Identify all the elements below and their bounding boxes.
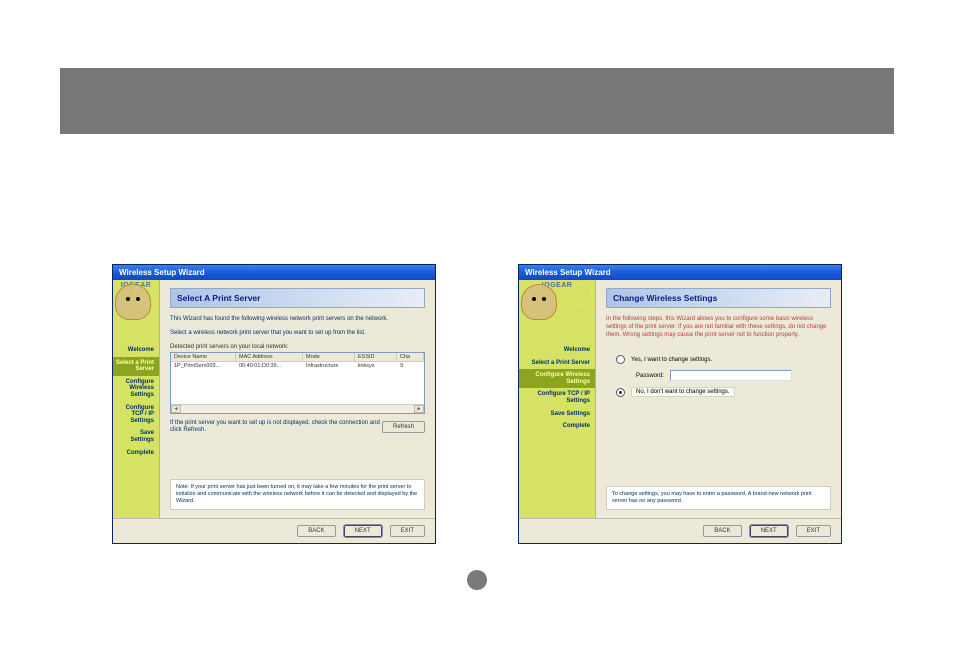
main-panel: Select A Print Server This Wizard has fo…: [160, 280, 435, 518]
nav-complete[interactable]: Complete: [113, 447, 159, 460]
scroll-track[interactable]: [181, 405, 414, 413]
dialog-change-wireless: Wireless Setup Wizard IOGEAR Welcome Sel…: [518, 264, 842, 544]
desc-warning: In the following steps, this Wizard allo…: [606, 316, 831, 339]
dialogs-row: Wireless Setup Wizard IOGEAR Welcome Sel…: [0, 264, 954, 544]
nav: Welcome Select a Print Server Configure …: [113, 344, 159, 459]
radio-no-row[interactable]: No, I don't want to change settings.: [616, 387, 831, 397]
nav-select-print-server[interactable]: Select a Print Server: [113, 357, 159, 376]
dialog-title: Wireless Setup Wizard: [113, 265, 435, 280]
nav-configure-wireless[interactable]: Configure Wireless Settings: [113, 376, 159, 402]
nav: Welcome Select a Print Server Configure …: [519, 344, 595, 433]
panel-title: Select A Print Server: [170, 288, 425, 308]
next-button[interactable]: NEXT: [344, 525, 382, 537]
nav-select-print-server[interactable]: Select a Print Server: [519, 357, 595, 370]
refresh-note: If the print server you want to set up i…: [170, 420, 382, 436]
mascot-icon: [521, 284, 557, 320]
header-bar: [60, 68, 894, 134]
password-label: Password:: [636, 373, 664, 379]
password-input[interactable]: [670, 370, 792, 381]
nav-configure-wireless[interactable]: Configure Wireless Settings: [519, 369, 595, 388]
bottom-bar: BACK NEXT EXIT: [519, 518, 841, 543]
desc-line1: This Wizard has found the following wire…: [170, 316, 425, 324]
nav-save-settings[interactable]: Save Settings: [113, 427, 159, 446]
table-row[interactable]: 1P_PrintServ003... 00:40:01:D0:39... Inf…: [171, 362, 424, 370]
main-panel: Change Wireless Settings In the followin…: [596, 280, 841, 518]
scroll-right-icon[interactable]: ►: [414, 405, 424, 413]
radio-yes-row[interactable]: Yes, I want to change settings.: [616, 355, 831, 364]
td-device-name: 1P_PrintServ003...: [171, 362, 236, 370]
table-header-row: Device Name MAC Address Mode ESSID Cha: [171, 353, 424, 362]
next-button[interactable]: NEXT: [750, 525, 788, 537]
exit-button[interactable]: EXIT: [390, 525, 425, 537]
th-mac[interactable]: MAC Address: [236, 353, 303, 361]
sidebar-logo: IOGEAR: [113, 280, 159, 338]
note-box: To change settings, you may have to ente…: [606, 486, 831, 510]
nav-complete[interactable]: Complete: [519, 420, 595, 433]
page-number-circle: [467, 570, 487, 590]
nav-configure-tcpip[interactable]: Configure TCP / IP Settings: [113, 402, 159, 428]
th-essid[interactable]: ESSID: [355, 353, 397, 361]
nav-welcome[interactable]: Welcome: [519, 344, 595, 357]
td-mac: 00:40:01:D0:39...: [236, 362, 303, 370]
nav-welcome[interactable]: Welcome: [113, 344, 159, 357]
h-scrollbar[interactable]: ◄ ►: [171, 404, 424, 413]
th-cha[interactable]: Cha: [397, 353, 424, 361]
th-device-name[interactable]: Device Name: [171, 353, 236, 361]
radio-yes[interactable]: [616, 355, 625, 364]
sidebar: IOGEAR Welcome Select a Print Server Con…: [519, 280, 596, 518]
nav-save-settings[interactable]: Save Settings: [519, 408, 595, 421]
back-button[interactable]: BACK: [297, 525, 335, 537]
bottom-bar: BACK NEXT EXIT: [113, 518, 435, 543]
radio-group: Yes, I want to change settings. Password…: [616, 355, 831, 397]
dialog-title: Wireless Setup Wizard: [519, 265, 841, 280]
nav-configure-tcpip[interactable]: Configure TCP / IP Settings: [519, 388, 595, 407]
print-server-table[interactable]: Device Name MAC Address Mode ESSID Cha 1…: [170, 352, 425, 414]
exit-button[interactable]: EXIT: [796, 525, 831, 537]
refresh-button[interactable]: Refresh: [382, 421, 425, 433]
radio-no[interactable]: [616, 388, 625, 397]
sidebar: IOGEAR Welcome Select a Print Server Con…: [113, 280, 160, 518]
back-button[interactable]: BACK: [703, 525, 741, 537]
td-essid: linksys: [355, 362, 397, 370]
td-cha: 9: [397, 362, 424, 370]
panel-title: Change Wireless Settings: [606, 288, 831, 308]
scroll-left-icon[interactable]: ◄: [171, 405, 181, 413]
td-mode: Infrastructure: [303, 362, 355, 370]
desc-line2: Select a wireless network print server t…: [170, 330, 425, 338]
note-box: Note: If your print server has just been…: [170, 479, 425, 510]
radio-yes-label: Yes, I want to change settings.: [631, 357, 712, 363]
th-mode[interactable]: Mode: [303, 353, 355, 361]
dialog-select-print-server: Wireless Setup Wizard IOGEAR Welcome Sel…: [112, 264, 436, 544]
list-label: Detected print servers on your local net…: [170, 344, 425, 350]
radio-no-label: No, I don't want to change settings.: [631, 387, 735, 397]
sidebar-logo: IOGEAR: [519, 280, 595, 338]
